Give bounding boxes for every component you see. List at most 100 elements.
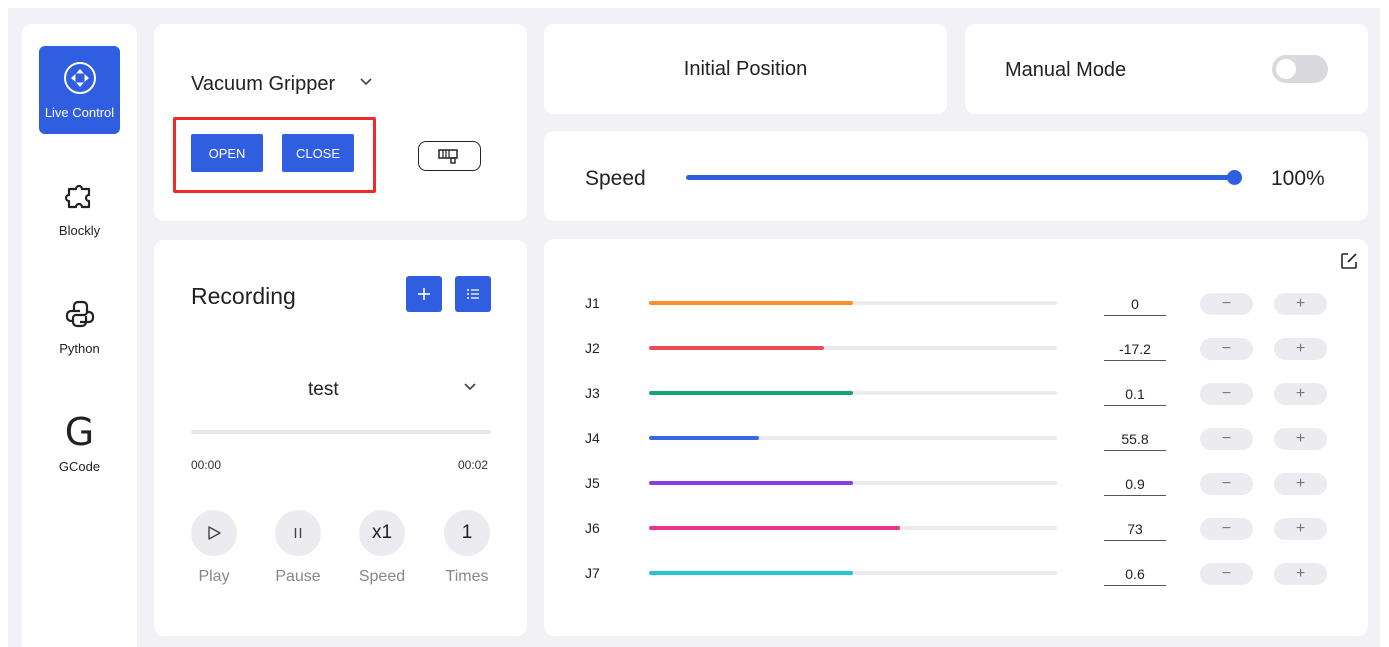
open-button[interactable]: OPEN <box>191 134 263 172</box>
add-recording-button[interactable] <box>406 276 442 312</box>
puzzle-icon <box>63 179 97 213</box>
decrement-button[interactable]: − <box>1200 428 1253 450</box>
joint-name: J7 <box>585 565 600 581</box>
joint-slider[interactable] <box>649 436 1057 440</box>
sidebar-item-label: GCode <box>58 458 101 474</box>
decrement-button[interactable]: − <box>1200 293 1253 315</box>
joint-slider-fill <box>649 526 900 530</box>
move-icon <box>63 61 97 95</box>
joint-slider-fill <box>649 391 853 395</box>
speed-title: Speed <box>585 167 646 190</box>
manual-mode-panel: Manual Mode <box>965 24 1368 114</box>
increment-button[interactable]: + <box>1274 338 1327 360</box>
toggle-knob <box>1276 59 1296 79</box>
joint-value-input[interactable] <box>1104 517 1166 541</box>
sidebar-item-python[interactable]: Python <box>39 282 120 370</box>
joint-value-input[interactable] <box>1104 562 1166 586</box>
joint-name: J3 <box>585 385 600 401</box>
joint-value-input[interactable] <box>1104 427 1166 451</box>
increment-button[interactable]: + <box>1274 293 1327 315</box>
sidebar: Live Control Blockly Python G GCode <box>22 24 137 647</box>
joint-value-input[interactable] <box>1104 382 1166 406</box>
gripper-select[interactable]: Vacuum Gripper <box>191 73 335 96</box>
speed-value: 100% <box>1271 167 1325 190</box>
recording-list-button[interactable] <box>455 276 491 312</box>
joint-slider[interactable] <box>649 571 1057 575</box>
speed-button[interactable]: x1 <box>359 510 405 556</box>
increment-button[interactable]: + <box>1274 428 1327 450</box>
play-label: Play <box>198 568 230 585</box>
recording-title: Recording <box>191 283 296 309</box>
playback-progress[interactable] <box>191 430 491 434</box>
decrement-button[interactable]: − <box>1200 383 1253 405</box>
speed-panel: Speed 100% <box>544 131 1368 221</box>
increment-button[interactable]: + <box>1274 383 1327 405</box>
initial-position-button[interactable]: Initial Position <box>544 24 947 114</box>
joint-name: J1 <box>585 295 600 311</box>
manual-mode-toggle[interactable] <box>1272 55 1328 83</box>
decrement-button[interactable]: − <box>1200 518 1253 540</box>
increment-button[interactable]: + <box>1274 518 1327 540</box>
joint-value-input[interactable] <box>1104 337 1166 361</box>
sidebar-item-blockly[interactable]: Blockly <box>39 164 120 252</box>
increment-button[interactable]: + <box>1274 563 1327 585</box>
vacuum-gripper-icon[interactable] <box>418 141 481 171</box>
pause-label: Pause <box>275 568 321 585</box>
sidebar-item-label: Python <box>59 340 100 356</box>
joint-slider-fill <box>649 301 853 305</box>
joint-name: J2 <box>585 340 600 356</box>
joint-slider[interactable] <box>649 301 1057 305</box>
joint-slider[interactable] <box>649 526 1057 530</box>
joint-row-j4: J4 −+ <box>544 423 1368 453</box>
joint-row-j3: J3 −+ <box>544 378 1368 408</box>
close-button[interactable]: CLOSE <box>282 134 354 172</box>
times-button[interactable]: 1 <box>444 510 490 556</box>
joints-panel: J1−+J2−+J3−+J4−+J5−+J6−+J7−+ <box>544 239 1368 636</box>
increment-button[interactable]: + <box>1274 473 1327 495</box>
joint-row-j6: J6 −+ <box>544 513 1368 543</box>
decrement-button[interactable]: − <box>1200 473 1253 495</box>
joint-slider-fill <box>649 346 825 350</box>
speed-label: Speed <box>358 568 406 585</box>
pause-button[interactable] <box>275 510 321 556</box>
chevron-down-icon[interactable] <box>358 74 374 95</box>
manual-mode-label: Manual Mode <box>1005 59 1127 81</box>
play-button[interactable] <box>191 510 237 556</box>
gripper-panel: Vacuum Gripper OPEN CLOSE <box>154 24 527 221</box>
list-icon <box>467 289 479 299</box>
joint-slider[interactable] <box>649 481 1057 485</box>
joint-value-input[interactable] <box>1104 292 1166 316</box>
chevron-down-icon[interactable] <box>462 379 478 400</box>
sidebar-item-live-control[interactable]: Live Control <box>39 46 120 134</box>
play-icon <box>208 526 221 540</box>
joint-slider[interactable] <box>649 346 1057 350</box>
joint-row-j1: J1 −+ <box>544 288 1368 318</box>
decrement-button[interactable]: − <box>1200 338 1253 360</box>
python-icon <box>63 297 97 331</box>
joint-name: J5 <box>585 475 600 491</box>
initial-position-label: Initial Position <box>683 57 808 80</box>
recording-file-select[interactable]: test <box>308 379 339 401</box>
pause-icon <box>294 528 302 538</box>
times-label: Times <box>445 568 489 585</box>
speed-slider-thumb[interactable] <box>1227 170 1242 185</box>
sidebar-item-gcode[interactable]: G GCode <box>39 400 120 488</box>
joint-row-j7: J7 −+ <box>544 558 1368 588</box>
recording-panel: Recording test 00:00 00:02 x1 1 Play Pau… <box>154 240 527 636</box>
edit-icon[interactable] <box>1339 251 1359 271</box>
speed-slider-fill <box>686 175 1234 180</box>
joint-name: J6 <box>585 520 600 536</box>
speed-slider[interactable] <box>686 170 1242 185</box>
sidebar-item-label: Blockly <box>58 222 101 238</box>
joint-slider-fill <box>649 481 853 485</box>
sidebar-item-label: Live Control <box>44 104 115 120</box>
time-end: 00:02 <box>458 458 489 472</box>
joint-slider-fill <box>649 571 853 575</box>
plus-icon <box>418 288 430 300</box>
joint-row-j2: J2 −+ <box>544 333 1368 363</box>
joint-value-input[interactable] <box>1104 472 1166 496</box>
joint-slider-fill <box>649 436 760 440</box>
decrement-button[interactable]: − <box>1200 563 1253 585</box>
joint-row-j5: J5 −+ <box>544 468 1368 498</box>
joint-slider[interactable] <box>649 391 1057 395</box>
